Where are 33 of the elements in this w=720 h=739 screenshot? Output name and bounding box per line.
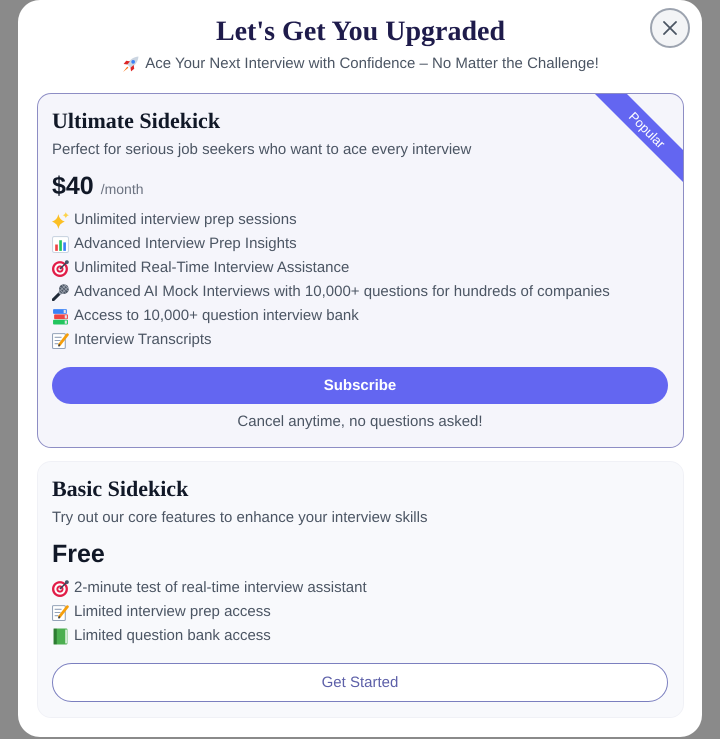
- sparkles-icon: [52, 212, 69, 228]
- feature-text: Advanced AI Mock Interviews with 10,000+ questions for hundreds of companies: [74, 282, 610, 302]
- target-icon: [52, 260, 69, 276]
- close-icon: [663, 21, 677, 35]
- plan-note: Cancel anytime, no questions asked!: [237, 412, 483, 432]
- feature-text: Access to 10,000+ question interview bank: [74, 306, 359, 326]
- plan-title: Ultimate Sidekick: [52, 108, 220, 134]
- feature-text: Unlimited interview prep sessions: [74, 210, 297, 230]
- close-button[interactable]: [650, 8, 690, 48]
- bar-chart-icon: [52, 236, 69, 252]
- books-icon: [52, 308, 69, 324]
- feature-text: Limited interview prep access: [74, 602, 271, 622]
- plan-description: Perfect for serious job seekers who want to ace every interview: [52, 140, 472, 160]
- plan-price: Free: [52, 539, 105, 569]
- dialog-subtitle: Ace Your Next Interview with Confidence – No Matter the Challenge!: [145, 54, 599, 74]
- feature-text: Unlimited Real-Time Interview Assistance: [74, 258, 350, 278]
- get-started-button[interactable]: Get Started: [52, 663, 668, 702]
- plan-description: Try out our core features to enhance your interview skills: [52, 508, 428, 528]
- feature-text: Interview Transcripts: [74, 330, 212, 350]
- target-icon: [52, 580, 69, 596]
- dialog-title: Let's Get You Upgraded: [216, 16, 506, 48]
- feature-text: Advanced Interview Prep Insights: [74, 234, 297, 254]
- rocket-icon: [122, 56, 140, 72]
- book-icon: [52, 628, 69, 644]
- feature-text: Limited question bank access: [74, 626, 271, 646]
- memo-icon: [52, 604, 69, 620]
- subscribe-button[interactable]: Subscribe: [52, 367, 668, 404]
- feature-text: 2-minute test of real-time interview assistant: [74, 578, 367, 598]
- plan-price: $40: [52, 171, 94, 201]
- microphone-icon: [52, 284, 69, 300]
- plan-title: Basic Sidekick: [52, 476, 188, 502]
- price-period: /month: [100, 180, 144, 199]
- memo-icon: [52, 332, 69, 348]
